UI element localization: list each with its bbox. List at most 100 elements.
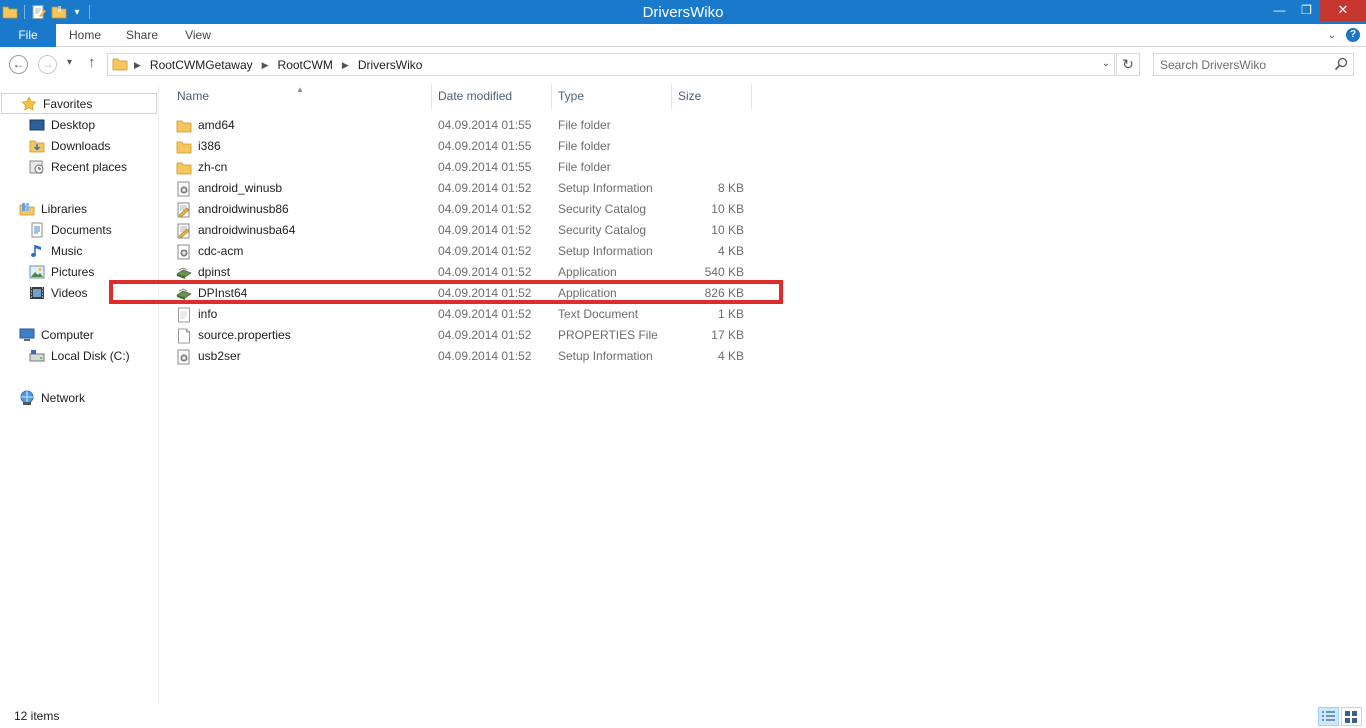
column-divider[interactable] xyxy=(751,84,752,109)
address-bar[interactable]: ▶ RootCWMGetaway ▶ RootCWM ▶ DriversWiko… xyxy=(107,53,1115,76)
nav-network[interactable]: Network xyxy=(19,387,85,408)
file-row[interactable]: usb2ser 04.09.2014 01:52 Setup Information… xyxy=(160,346,760,367)
search-icon[interactable] xyxy=(1334,57,1348,71)
file-row[interactable]: cdc-acm 04.09.2014 01:52 Setup Information… xyxy=(160,241,760,262)
nav-downloads[interactable]: Downloads xyxy=(29,135,110,156)
nav-videos[interactable]: Videos xyxy=(29,282,87,303)
file-name: amd64 xyxy=(198,118,235,132)
file-name-cell[interactable]: usb2ser xyxy=(176,346,241,367)
nav-desktop[interactable]: Desktop xyxy=(29,114,95,135)
file-name-cell[interactable]: zh-cn xyxy=(176,157,227,178)
nav-item-label: Documents xyxy=(51,222,112,237)
column-header-date-modified[interactable]: Date modified xyxy=(432,84,552,109)
size-cell: 10 KB xyxy=(711,202,744,216)
size-cell: 4 KB xyxy=(717,349,744,363)
nav-local-disk[interactable]: Local Disk (C:) xyxy=(29,345,130,366)
folder-icon xyxy=(176,118,192,134)
column-header-type[interactable]: Type xyxy=(552,84,672,109)
security-catalog-icon xyxy=(176,202,192,218)
file-name-cell[interactable]: i386 xyxy=(176,136,221,157)
back-button[interactable]: ← xyxy=(9,55,28,74)
chevron-right-icon[interactable]: ▶ xyxy=(342,60,349,71)
setup-information-icon xyxy=(176,181,192,197)
file-row[interactable]: amd64 04.09.2014 01:55 File folder xyxy=(160,115,760,136)
date-modified-cell: 04.09.2014 01:55 xyxy=(438,118,532,132)
close-button[interactable]: ✕ xyxy=(1320,0,1366,21)
recent-locations-icon[interactable]: ▾ xyxy=(67,57,72,68)
type-cell: Setup Information xyxy=(558,244,653,258)
nav-music[interactable]: Music xyxy=(29,240,82,261)
file-name: android_winusb xyxy=(198,181,283,195)
file-name-cell[interactable]: source.properties xyxy=(176,325,291,346)
tab-share[interactable]: Share xyxy=(114,24,170,47)
libraries-icon xyxy=(19,201,35,217)
type-cell: Text Document xyxy=(558,307,639,321)
size-cell: 17 KB xyxy=(711,328,744,342)
nav-favorites[interactable]: Favorites xyxy=(1,93,157,114)
chevron-right-icon[interactable]: ▶ xyxy=(262,60,269,71)
application-icon xyxy=(176,265,192,281)
file-row[interactable]: androidwinusb86 04.09.2014 01:52 Security … xyxy=(160,199,760,220)
network-icon xyxy=(19,390,35,406)
size-cell xyxy=(678,136,744,157)
refresh-button[interactable]: ↻ xyxy=(1116,53,1140,76)
nav-recent-places[interactable]: Recent places xyxy=(29,156,127,177)
up-arrow-icon[interactable]: ↑ xyxy=(88,54,96,71)
nav-pictures[interactable]: Pictures xyxy=(29,261,94,282)
expand-ribbon-icon[interactable]: ⌄ xyxy=(1328,30,1336,41)
details-view-button[interactable] xyxy=(1318,707,1339,726)
chevron-down-icon[interactable]: ⌄ xyxy=(1102,58,1110,69)
nav-documents[interactable]: Documents xyxy=(29,219,112,240)
breadcrumb-item[interactable]: RootCWMGetaway xyxy=(150,58,253,72)
breadcrumb-item[interactable]: DriversWiko xyxy=(358,58,423,72)
nav-libraries[interactable]: Libraries xyxy=(19,198,87,219)
date-modified-cell: 04.09.2014 01:52 xyxy=(438,181,532,195)
nav-item-label: Local Disk (C:) xyxy=(51,348,130,363)
tab-view[interactable]: View xyxy=(172,24,224,47)
sort-ascending-icon: ▲ xyxy=(296,85,304,94)
search-box[interactable] xyxy=(1153,53,1354,76)
date-modified-cell: 04.09.2014 01:52 xyxy=(438,328,532,342)
nav-computer[interactable]: Computer xyxy=(19,324,94,345)
nav-item-label: Music xyxy=(51,243,83,258)
forward-button[interactable]: → xyxy=(38,55,57,74)
file-name-cell[interactable]: androidwinusba64 xyxy=(176,220,295,241)
downloads-icon xyxy=(29,138,45,154)
type-cell: Security Catalog xyxy=(558,202,647,216)
videos-icon xyxy=(29,285,45,301)
file-name: zh-cn xyxy=(198,160,228,174)
tab-home[interactable]: Home xyxy=(58,24,112,47)
date-modified-cell: 04.09.2014 01:52 xyxy=(438,349,532,363)
date-modified-cell: 04.09.2014 01:52 xyxy=(438,202,532,216)
nav-favorites-label: Favorites xyxy=(43,96,93,111)
help-icon[interactable]: ? xyxy=(1346,28,1360,42)
tab-file[interactable]: File xyxy=(0,24,56,47)
maximize-button[interactable]: ❐ xyxy=(1293,0,1320,21)
date-modified-cell: 04.09.2014 01:52 xyxy=(438,307,532,321)
file-name-cell[interactable]: info xyxy=(176,304,217,325)
file-name-cell[interactable]: android_winusb xyxy=(176,178,282,199)
navigation-bar: ← → ▾ ↑ ▶ RootCWMGetaway ▶ RootCWM ▶ Dri… xyxy=(0,47,1366,84)
file-row[interactable]: android_winusb 04.09.2014 01:52 Setup Info… xyxy=(160,178,760,199)
chevron-right-icon[interactable]: ▶ xyxy=(134,60,141,71)
search-input[interactable] xyxy=(1154,54,1324,75)
file-name-cell[interactable]: cdc-acm xyxy=(176,241,243,262)
file-row[interactable]: source.properties 04.09.2014 01:52 PROPERT… xyxy=(160,325,760,346)
nav-computer-label: Computer xyxy=(41,327,94,342)
breadcrumb-item[interactable]: RootCWM xyxy=(278,58,333,72)
file-name-cell[interactable]: amd64 xyxy=(176,115,235,136)
minimize-button[interactable]: — xyxy=(1266,0,1293,21)
large-icons-view-button[interactable] xyxy=(1341,707,1362,726)
folder-icon xyxy=(112,57,128,71)
size-cell: 1 KB xyxy=(717,307,744,321)
file-row[interactable]: info 04.09.2014 01:52 Text Document 1 KB xyxy=(160,304,760,325)
computer-icon xyxy=(19,327,35,343)
file-row[interactable]: androidwinusba64 04.09.2014 01:52 Security… xyxy=(160,220,760,241)
file-name-cell[interactable]: androidwinusb86 xyxy=(176,199,289,220)
recent-places-icon xyxy=(29,159,45,175)
file-row[interactable]: i386 04.09.2014 01:55 File folder xyxy=(160,136,760,157)
size-cell: 8 KB xyxy=(717,181,744,195)
column-header-size[interactable]: Size xyxy=(672,84,752,109)
column-header-name[interactable]: ▲ Name xyxy=(160,84,432,109)
file-row[interactable]: zh-cn 04.09.2014 01:55 File folder xyxy=(160,157,760,178)
